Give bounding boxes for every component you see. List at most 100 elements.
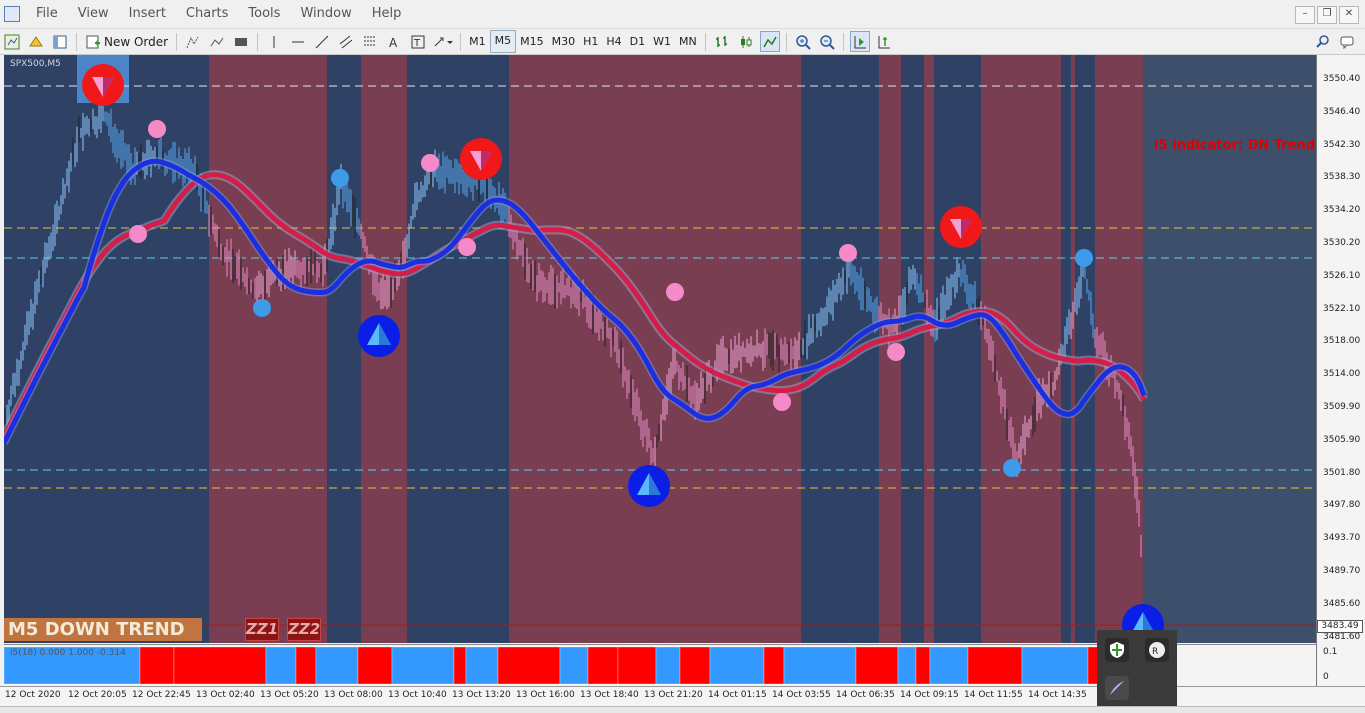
histogram-bar [465, 646, 499, 685]
zz1-button[interactable]: ZZ1 [245, 618, 279, 641]
fibonacci-icon[interactable] [360, 31, 380, 52]
zoom-out-icon[interactable] [817, 31, 837, 52]
trend-zone [934, 55, 981, 643]
profiles-icon[interactable] [26, 31, 46, 52]
histogram-bar [295, 646, 317, 685]
histogram-bar [763, 646, 785, 685]
separator [842, 32, 844, 51]
indicator-status-text: i5 Indicator: DN Trend [1154, 138, 1316, 153]
menu-tools[interactable]: Tools [238, 0, 290, 28]
signal-dot [773, 393, 791, 411]
histogram-bar [679, 646, 711, 685]
timeframe-h4[interactable]: H4 [602, 31, 625, 52]
bar-chart-icon[interactable] [712, 31, 732, 52]
signal-dot [148, 120, 166, 138]
zoom-in-icon[interactable] [793, 31, 813, 52]
shield-icon[interactable] [1105, 638, 1129, 662]
histogram-bar [897, 646, 917, 685]
menu-help[interactable]: Help [362, 0, 412, 28]
feather-icon[interactable] [1105, 676, 1129, 700]
window-controls: – ❐ ✕ [1295, 6, 1359, 24]
menu-view[interactable]: View [68, 0, 119, 28]
equidistant-channel-icon[interactable] [336, 31, 356, 52]
time-axis-label: 13 Oct 18:40 [580, 690, 639, 700]
candlestick-icon[interactable] [736, 31, 756, 52]
new-order-button[interactable]: New Order [81, 34, 172, 50]
histogram-bar [1021, 646, 1089, 685]
chart-canvas [4, 55, 1316, 643]
minimize-icon[interactable]: – [1295, 6, 1315, 24]
time-axis-label: 14 Oct 09:15 [900, 690, 959, 700]
full-screen-icon[interactable] [231, 31, 251, 52]
histogram-bar [497, 646, 561, 685]
zz2-button[interactable]: ZZ2 [287, 618, 321, 641]
restore-icon[interactable]: ❐ [1317, 6, 1337, 24]
price-axis-label: 3514.00 [1323, 369, 1361, 380]
timeframe-m30[interactable]: M30 [548, 31, 580, 52]
menu-file[interactable]: File [26, 0, 68, 28]
histogram-bar [559, 646, 589, 685]
histogram-bar [139, 646, 175, 685]
signal-dot [1003, 459, 1021, 477]
vertical-line-icon[interactable] [264, 31, 284, 52]
text-label-icon[interactable]: T [408, 31, 428, 52]
time-axis-label: 13 Oct 05:20 [260, 690, 319, 700]
signal-dot [253, 299, 271, 317]
text-icon[interactable]: A [384, 31, 404, 52]
timeframe-w1[interactable]: W1 [649, 31, 675, 52]
trendline-icon[interactable] [312, 31, 332, 52]
signal-dot [1075, 249, 1093, 267]
timeframe-m1[interactable]: M1 [465, 31, 490, 52]
auto-scroll-icon[interactable] [849, 31, 870, 52]
indicator-scale-label: 0.1 [1323, 647, 1338, 657]
sell-signal-icon [940, 206, 982, 248]
timeframe-h1[interactable]: H1 [579, 31, 602, 52]
chat-icon[interactable] [1337, 31, 1357, 52]
chart-shift-icon[interactable] [874, 31, 894, 52]
price-axis-label: 3546.40 [1323, 106, 1361, 117]
svg-text:A: A [389, 36, 398, 50]
new-order-icon [86, 35, 100, 48]
time-axis-label: 14 Oct 11:55 [964, 690, 1023, 700]
new-chart-icon[interactable] [2, 31, 22, 52]
new-order-label: New Order [104, 34, 169, 49]
price-chart[interactable]: SPX500,M5 [4, 55, 1316, 643]
separator [704, 32, 706, 51]
horizontal-line-icon[interactable] [288, 31, 308, 52]
sell-signal-icon [460, 138, 502, 180]
price-axis-label: 3485.60 [1323, 598, 1361, 609]
time-axis-label: 12 Oct 22:45 [132, 690, 191, 700]
signal-dot [129, 225, 147, 243]
histogram-bar [265, 646, 297, 685]
timeframe-m5[interactable]: M5 [489, 30, 517, 53]
price-axis[interactable]: 3550.40 3546.40 3542.30 3538.30 3534.20 3530.… [1316, 55, 1365, 686]
menu-window[interactable]: Window [290, 0, 361, 28]
histogram-bar [967, 646, 1023, 685]
price-axis-label: 3518.00 [1323, 336, 1361, 347]
timeframe-d1[interactable]: D1 [626, 31, 649, 52]
indicators-icon[interactable] [207, 31, 227, 52]
app-tray-icon[interactable]: R [1145, 638, 1169, 662]
close-icon[interactable]: ✕ [1339, 6, 1359, 24]
svg-text:T: T [413, 38, 421, 49]
autotrading-icon[interactable] [183, 31, 203, 52]
trend-zone [1095, 55, 1143, 643]
price-axis-label: 3505.90 [1323, 434, 1361, 445]
menu-charts[interactable]: Charts [176, 0, 239, 28]
timeframe-m15[interactable]: M15 [516, 31, 548, 52]
navigator-icon[interactable] [50, 31, 70, 52]
timeframe-mn[interactable]: MN [675, 31, 701, 52]
price-axis-label: 3534.20 [1323, 205, 1361, 216]
histogram-bar [315, 646, 359, 685]
line-chart-icon[interactable] [759, 31, 780, 52]
histogram-bar [855, 646, 899, 685]
menu-insert[interactable]: Insert [119, 0, 176, 28]
histogram-bar [391, 646, 455, 685]
price-axis-label: 3542.30 [1323, 139, 1361, 150]
search-icon[interactable] [1313, 31, 1333, 52]
signal-dot [839, 244, 857, 262]
trend-zone [327, 55, 361, 643]
arrows-dropdown-icon[interactable] [432, 31, 454, 52]
time-axis-label: 13 Oct 10:40 [388, 690, 447, 700]
menu-bar: File View Insert Charts Tools Window Hel… [0, 0, 1365, 28]
